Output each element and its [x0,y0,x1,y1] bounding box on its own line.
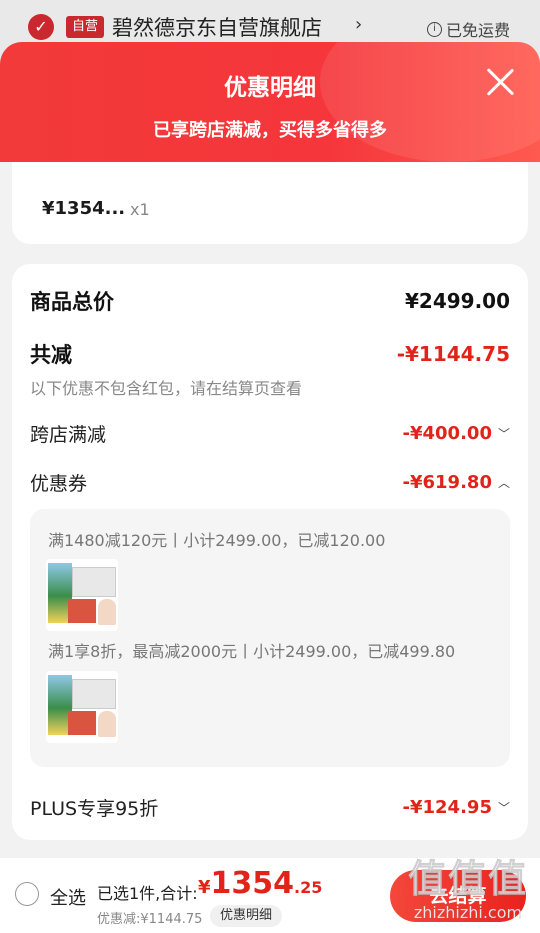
coupon-value: -¥619.80 [402,472,492,493]
chevron-down-icon[interactable]: ﹀ [498,425,510,442]
modal-subtitle: 已享跨店满减，买得多省得多 [153,120,387,141]
header-decoration [320,42,540,162]
discount-detail-button[interactable]: 优惠明细 [210,905,283,927]
select-all-radio[interactable] [15,882,39,906]
discount-summary-text: 优惠减:¥1144.75 [97,912,203,927]
total-integer: 1354 [210,866,295,901]
coupon-rule: 满1享8折，最高减2000元丨小计2499.00，已减499.80 [48,642,456,661]
shipping-text: 已免运费 [445,21,510,40]
plus-discount-value: -¥124.95 [402,797,492,818]
self-operated-tag: 自营 [66,16,105,38]
coupon-rule: 满1480减120元丨小计2499.00，已减120.00 [48,531,386,550]
cross-store-value-wrap: -¥400.00 ﹀ [403,423,510,444]
chevron-right-icon[interactable]: › [355,14,362,35]
modal-title: 优惠明细 [224,75,316,101]
chevron-up-icon[interactable]: ︿ [498,474,510,491]
coupon-detail-box: 满1480减120元丨小计2499.00，已减120.00 满1享8折，最高减2… [30,509,510,767]
shipping-info[interactable]: i 已免运费 [426,17,510,41]
goods-total-value: ¥2499.00 [404,289,510,313]
store-name[interactable]: 碧然德京东自营旗舰店 [112,12,322,42]
watermark: 值值值 zhizhizhi.com [407,848,528,923]
product-image [46,671,118,743]
cross-store-value: -¥400.00 [402,423,492,444]
plus-discount-row[interactable]: PLUS专享95折 -¥124.95 ﹀ [30,794,510,821]
plus-discount-label: PLUS专享95折 [30,798,159,820]
chevron-down-icon[interactable]: ﹀ [498,799,510,816]
discount-detail-modal-header: 优惠明细 已享跨店满减，买得多省得多 [0,42,540,162]
watermark-mark: 值值值 [407,857,528,902]
product-image [46,559,118,631]
coupon-label: 优惠券 [30,473,88,495]
goods-total-row: 商品总价 ¥2499.00 [30,286,510,316]
discount-summary-card: 商品总价 ¥2499.00 共减 -¥1144.75 以下优惠不包含红包，请在结… [12,264,528,840]
store-checked-icon[interactable]: ✓ [28,14,54,40]
total-discount-row: 共减 -¥1144.75 [30,339,510,369]
coupon-value-wrap: -¥619.80 ︿ [403,472,510,493]
info-icon: i [426,21,442,37]
select-all-label[interactable]: 全选 [50,884,86,910]
cross-store-label: 跨店满减 [30,424,107,446]
item-quantity: x1 [130,200,150,219]
total-discount-value: -¥1144.75 [396,342,510,366]
watermark-site: zhizhizhi.com [413,903,523,923]
cross-store-row[interactable]: 跨店满减 -¥400.00 ﹀ [30,420,510,447]
total-discount-label: 共减 [30,343,72,367]
item-price: ¥1354... [42,198,126,219]
selected-count: 已选1件,合计: [97,884,198,903]
currency-symbol: ¥ [198,877,211,898]
close-icon[interactable] [484,66,516,98]
total-price: ¥1354.25 [198,866,322,901]
discount-note: 以下优惠不包含红包，请在结算页查看 [30,379,303,398]
plus-discount-value-wrap: -¥124.95 ﹀ [403,797,510,818]
coupon-row[interactable]: 优惠券 -¥619.80 ︿ [30,469,510,496]
total-decimal: .25 [294,878,323,897]
goods-total-label: 商品总价 [30,290,114,314]
